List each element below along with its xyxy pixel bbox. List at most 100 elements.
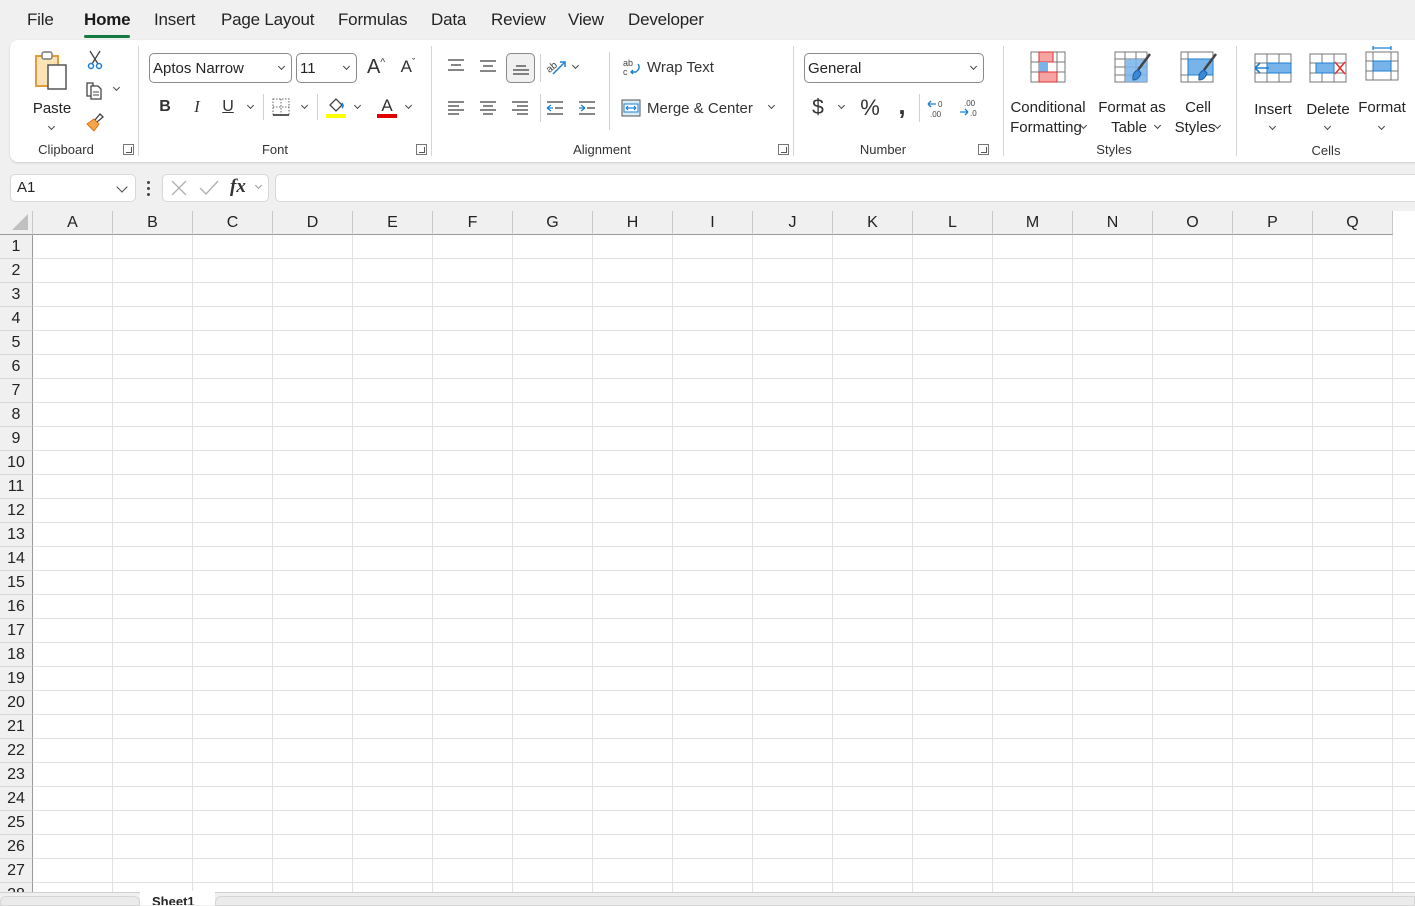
column-header-f[interactable]: F xyxy=(433,211,513,235)
cells-area[interactable] xyxy=(33,235,1415,892)
tab-home[interactable]: Home xyxy=(84,10,131,38)
borders-dropdown-chevron-icon[interactable] xyxy=(300,101,309,110)
tab-file[interactable]: File xyxy=(27,10,54,30)
row-header-23[interactable]: 23 xyxy=(0,763,33,787)
row-header-1[interactable]: 1 xyxy=(0,235,33,259)
font-dialog-launcher-icon[interactable] xyxy=(416,144,427,155)
clipboard-dialog-launcher-icon[interactable] xyxy=(123,144,134,155)
font-color-dropdown-chevron-icon[interactable] xyxy=(404,101,413,110)
row-header-11[interactable]: 11 xyxy=(0,475,33,499)
select-all-button[interactable] xyxy=(0,211,33,235)
column-header-k[interactable]: K xyxy=(833,211,913,235)
font-size-select[interactable]: 11 xyxy=(296,53,357,83)
row-header-7[interactable]: 7 xyxy=(0,379,33,403)
fill-color-button[interactable] xyxy=(324,94,348,120)
font-name-select[interactable]: Aptos Narrow xyxy=(149,53,292,83)
format-as-table-button[interactable]: Format as Table xyxy=(1096,48,1168,136)
column-header-i[interactable]: I xyxy=(673,211,753,235)
column-header-j[interactable]: J xyxy=(753,211,833,235)
middle-align-button[interactable] xyxy=(476,54,500,78)
increase-decimal-button[interactable]: 0 .00 xyxy=(925,95,949,121)
increase-indent-button[interactable] xyxy=(575,96,599,120)
alignment-dialog-launcher-icon[interactable] xyxy=(778,144,789,155)
format-painter-button[interactable] xyxy=(84,110,106,134)
column-header-p[interactable]: P xyxy=(1233,211,1313,235)
enter-check-icon[interactable] xyxy=(199,179,219,197)
number-dialog-launcher-icon[interactable] xyxy=(978,144,989,155)
column-header-d[interactable]: D xyxy=(273,211,353,235)
row-header-2[interactable]: 2 xyxy=(0,259,33,283)
row-header-18[interactable]: 18 xyxy=(0,643,33,667)
align-left-button[interactable] xyxy=(444,96,468,120)
bottom-align-button[interactable] xyxy=(506,53,535,83)
currency-format-button[interactable]: $ xyxy=(808,95,828,121)
row-header-3[interactable]: 3 xyxy=(0,283,33,307)
row-header-12[interactable]: 12 xyxy=(0,499,33,523)
paste-button[interactable]: Paste xyxy=(32,48,72,131)
insert-function-button[interactable]: fx xyxy=(230,176,246,198)
wrap-text-button[interactable]: ab c Wrap Text xyxy=(622,54,722,80)
insert-cells-button[interactable]: Insert xyxy=(1248,48,1298,132)
borders-button[interactable] xyxy=(270,96,292,118)
row-header-15[interactable]: 15 xyxy=(0,571,33,595)
row-header-6[interactable]: 6 xyxy=(0,355,33,379)
comma-style-button[interactable]: , xyxy=(892,90,912,120)
row-header-17[interactable]: 17 xyxy=(0,619,33,643)
cancel-icon[interactable] xyxy=(170,179,188,197)
horizontal-scrollbar-area[interactable] xyxy=(215,896,1415,906)
column-header-b[interactable]: B xyxy=(113,211,193,235)
row-header-9[interactable]: 9 xyxy=(0,427,33,451)
name-box[interactable]: A1 xyxy=(10,174,136,202)
fill-color-dropdown-chevron-icon[interactable] xyxy=(353,101,362,110)
top-align-button[interactable] xyxy=(444,54,468,78)
merge-dropdown-chevron-icon[interactable] xyxy=(767,101,776,110)
tab-review[interactable]: Review xyxy=(491,10,546,30)
column-header-o[interactable]: O xyxy=(1153,211,1233,235)
row-header-26[interactable]: 26 xyxy=(0,835,33,859)
orientation-dropdown-chevron-icon[interactable] xyxy=(571,61,580,70)
align-center-button[interactable] xyxy=(476,96,500,120)
chevron-down-icon[interactable] xyxy=(254,181,263,190)
conditional-formatting-button[interactable]: Conditional Formatting xyxy=(1006,48,1090,136)
cut-button[interactable] xyxy=(84,48,106,72)
orientation-button[interactable]: ab xyxy=(544,54,568,80)
column-header-n[interactable]: N xyxy=(1073,211,1153,235)
tab-developer[interactable]: Developer xyxy=(628,10,704,30)
merge-center-button[interactable]: Merge & Center xyxy=(621,95,781,121)
column-header-e[interactable]: E xyxy=(353,211,433,235)
tab-insert[interactable]: Insert xyxy=(154,10,196,30)
tab-page-layout[interactable]: Page Layout xyxy=(221,10,314,30)
increase-font-size-button[interactable]: A^ xyxy=(364,54,388,80)
tab-formulas[interactable]: Formulas xyxy=(338,10,407,30)
number-format-select[interactable]: General xyxy=(804,53,984,83)
decrease-indent-button[interactable] xyxy=(543,96,567,120)
row-header-25[interactable]: 25 xyxy=(0,811,33,835)
decrease-font-size-button[interactable]: Aˇ xyxy=(396,54,420,80)
percent-style-button[interactable]: % xyxy=(858,95,882,121)
row-header-16[interactable]: 16 xyxy=(0,595,33,619)
underline-dropdown-chevron-icon[interactable] xyxy=(246,101,255,110)
row-header-13[interactable]: 13 xyxy=(0,523,33,547)
column-header-a[interactable]: A xyxy=(33,211,113,235)
row-header-27[interactable]: 27 xyxy=(0,859,33,883)
cell-styles-button[interactable]: Cell Styles xyxy=(1170,48,1226,136)
row-header-22[interactable]: 22 xyxy=(0,739,33,763)
column-header-l[interactable]: L xyxy=(913,211,993,235)
more-options-icon[interactable] xyxy=(147,181,151,197)
column-header-c[interactable]: C xyxy=(193,211,273,235)
row-header-10[interactable]: 10 xyxy=(0,451,33,475)
tab-view[interactable]: View xyxy=(568,10,604,30)
row-header-28[interactable]: 28 xyxy=(0,883,33,892)
copy-button[interactable] xyxy=(82,78,126,102)
format-cells-button[interactable]: Format xyxy=(1356,46,1408,132)
column-header-g[interactable]: G xyxy=(513,211,593,235)
row-header-19[interactable]: 19 xyxy=(0,667,33,691)
row-header-20[interactable]: 20 xyxy=(0,691,33,715)
align-right-button[interactable] xyxy=(508,96,532,120)
column-header-h[interactable]: H xyxy=(593,211,673,235)
delete-cells-button[interactable]: Delete xyxy=(1302,48,1354,132)
row-header-4[interactable]: 4 xyxy=(0,307,33,331)
row-header-8[interactable]: 8 xyxy=(0,403,33,427)
italic-button[interactable]: I xyxy=(186,94,208,120)
tab-data[interactable]: Data xyxy=(431,10,466,30)
